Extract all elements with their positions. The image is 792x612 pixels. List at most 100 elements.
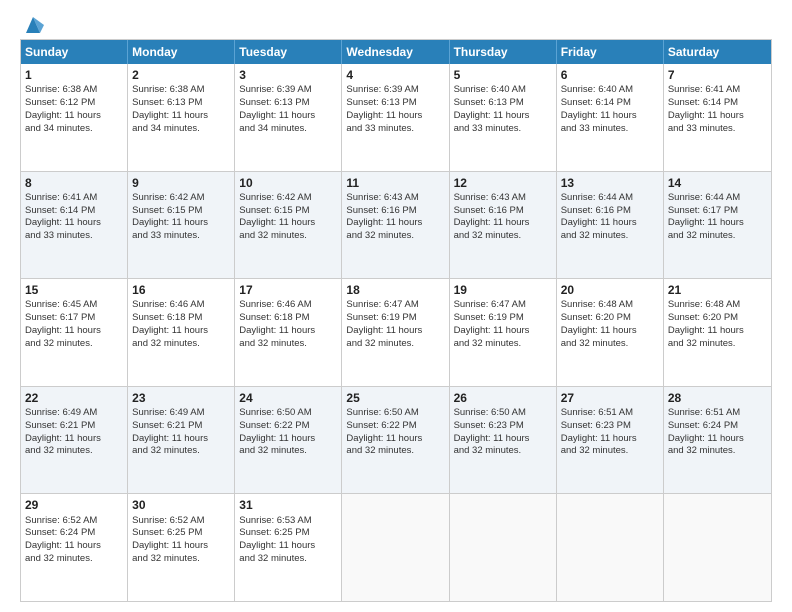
calendar-body: 1Sunrise: 6:38 AMSunset: 6:12 PMDaylight… — [21, 64, 771, 601]
day-info-line: Sunset: 6:12 PM — [25, 97, 123, 110]
day-number: 10 — [239, 175, 337, 191]
day-info-line: Sunset: 6:16 PM — [454, 205, 552, 218]
day-info-line: Daylight: 11 hours — [239, 110, 337, 123]
day-info-line: Sunset: 6:15 PM — [132, 205, 230, 218]
day-info-line: Sunrise: 6:40 AM — [454, 84, 552, 97]
day-number: 7 — [668, 67, 767, 83]
day-info-line: Sunrise: 6:50 AM — [454, 407, 552, 420]
day-info-line: Sunset: 6:23 PM — [454, 420, 552, 433]
day-info-line: and 34 minutes. — [132, 123, 230, 136]
day-number: 28 — [668, 390, 767, 406]
day-info-line: Sunset: 6:20 PM — [561, 312, 659, 325]
header-day-monday: Monday — [128, 40, 235, 64]
day-info-line: and 34 minutes. — [25, 123, 123, 136]
day-info-line: and 33 minutes. — [346, 123, 444, 136]
header-day-thursday: Thursday — [450, 40, 557, 64]
day-info-line: Sunrise: 6:51 AM — [561, 407, 659, 420]
day-number: 21 — [668, 282, 767, 298]
day-number: 31 — [239, 497, 337, 513]
day-number: 2 — [132, 67, 230, 83]
day-info-line: Sunrise: 6:43 AM — [454, 192, 552, 205]
day-info-line: Daylight: 11 hours — [454, 433, 552, 446]
day-cell-8: 8Sunrise: 6:41 AMSunset: 6:14 PMDaylight… — [21, 172, 128, 279]
day-info-line: Daylight: 11 hours — [132, 433, 230, 446]
day-info-line: Daylight: 11 hours — [239, 217, 337, 230]
day-info-line: and 32 minutes. — [239, 445, 337, 458]
day-number: 19 — [454, 282, 552, 298]
logo — [20, 15, 44, 31]
day-info-line: and 34 minutes. — [239, 123, 337, 136]
day-info-line: and 32 minutes. — [132, 553, 230, 566]
day-info-line: Daylight: 11 hours — [25, 433, 123, 446]
day-info-line: Daylight: 11 hours — [25, 217, 123, 230]
day-cell-7: 7Sunrise: 6:41 AMSunset: 6:14 PMDaylight… — [664, 64, 771, 171]
day-cell-4: 4Sunrise: 6:39 AMSunset: 6:13 PMDaylight… — [342, 64, 449, 171]
day-info-line: Sunset: 6:23 PM — [561, 420, 659, 433]
day-info-line: and 33 minutes. — [25, 230, 123, 243]
day-cell-3: 3Sunrise: 6:39 AMSunset: 6:13 PMDaylight… — [235, 64, 342, 171]
day-info-line: Daylight: 11 hours — [668, 217, 767, 230]
day-info-line: Sunrise: 6:49 AM — [25, 407, 123, 420]
empty-cell-r4c5 — [557, 494, 664, 601]
day-info-line: Daylight: 11 hours — [239, 325, 337, 338]
day-cell-11: 11Sunrise: 6:43 AMSunset: 6:16 PMDayligh… — [342, 172, 449, 279]
day-info-line: and 32 minutes. — [346, 445, 444, 458]
day-info-line: Daylight: 11 hours — [346, 217, 444, 230]
day-info-line: Daylight: 11 hours — [132, 110, 230, 123]
day-info-line: Sunrise: 6:47 AM — [346, 299, 444, 312]
day-info-line: and 32 minutes. — [239, 230, 337, 243]
day-info-line: and 32 minutes. — [346, 230, 444, 243]
day-info-line: Daylight: 11 hours — [454, 325, 552, 338]
day-info-line: and 32 minutes. — [668, 338, 767, 351]
day-info-line: Sunrise: 6:41 AM — [668, 84, 767, 97]
day-info-line: Daylight: 11 hours — [25, 110, 123, 123]
day-info-line: Sunrise: 6:52 AM — [25, 515, 123, 528]
day-info-line: Daylight: 11 hours — [561, 110, 659, 123]
day-number: 15 — [25, 282, 123, 298]
day-cell-23: 23Sunrise: 6:49 AMSunset: 6:21 PMDayligh… — [128, 387, 235, 494]
page: SundayMondayTuesdayWednesdayThursdayFrid… — [0, 0, 792, 612]
day-info-line: Sunrise: 6:46 AM — [132, 299, 230, 312]
day-info-line: Sunrise: 6:47 AM — [454, 299, 552, 312]
day-info-line: Sunset: 6:25 PM — [239, 527, 337, 540]
day-number: 5 — [454, 67, 552, 83]
day-info-line: Sunrise: 6:44 AM — [561, 192, 659, 205]
day-number: 20 — [561, 282, 659, 298]
day-info-line: Sunset: 6:16 PM — [346, 205, 444, 218]
day-cell-27: 27Sunrise: 6:51 AMSunset: 6:23 PMDayligh… — [557, 387, 664, 494]
day-info-line: Sunrise: 6:39 AM — [239, 84, 337, 97]
calendar-row-4: 22Sunrise: 6:49 AMSunset: 6:21 PMDayligh… — [21, 386, 771, 494]
header-day-tuesday: Tuesday — [235, 40, 342, 64]
day-info-line: and 32 minutes. — [239, 338, 337, 351]
day-info-line: Daylight: 11 hours — [561, 325, 659, 338]
day-number: 26 — [454, 390, 552, 406]
day-number: 9 — [132, 175, 230, 191]
day-info-line: Sunset: 6:19 PM — [454, 312, 552, 325]
day-cell-19: 19Sunrise: 6:47 AMSunset: 6:19 PMDayligh… — [450, 279, 557, 386]
day-info-line: and 32 minutes. — [561, 338, 659, 351]
day-number: 16 — [132, 282, 230, 298]
day-cell-17: 17Sunrise: 6:46 AMSunset: 6:18 PMDayligh… — [235, 279, 342, 386]
day-cell-20: 20Sunrise: 6:48 AMSunset: 6:20 PMDayligh… — [557, 279, 664, 386]
day-cell-22: 22Sunrise: 6:49 AMSunset: 6:21 PMDayligh… — [21, 387, 128, 494]
header — [20, 15, 772, 31]
day-info-line: Sunrise: 6:46 AM — [239, 299, 337, 312]
day-info-line: Sunset: 6:18 PM — [239, 312, 337, 325]
day-info-line: Sunrise: 6:40 AM — [561, 84, 659, 97]
day-cell-12: 12Sunrise: 6:43 AMSunset: 6:16 PMDayligh… — [450, 172, 557, 279]
day-number: 24 — [239, 390, 337, 406]
day-info-line: and 33 minutes. — [561, 123, 659, 136]
day-info-line: Daylight: 11 hours — [25, 540, 123, 553]
day-info-line: and 33 minutes. — [132, 230, 230, 243]
day-info-line: Daylight: 11 hours — [561, 433, 659, 446]
day-number: 6 — [561, 67, 659, 83]
day-info-line: Daylight: 11 hours — [668, 433, 767, 446]
header-day-wednesday: Wednesday — [342, 40, 449, 64]
day-info-line: Daylight: 11 hours — [132, 217, 230, 230]
day-info-line: Daylight: 11 hours — [346, 110, 444, 123]
day-info-line: and 32 minutes. — [25, 445, 123, 458]
day-number: 18 — [346, 282, 444, 298]
day-info-line: Sunrise: 6:53 AM — [239, 515, 337, 528]
day-info-line: and 33 minutes. — [454, 123, 552, 136]
day-info-line: and 32 minutes. — [561, 445, 659, 458]
